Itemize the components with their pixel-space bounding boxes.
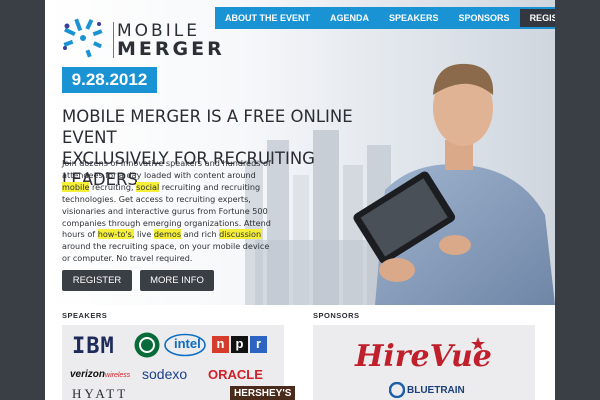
desc-part-4: live — [134, 229, 154, 240]
highlight-mobile: mobile — [62, 181, 90, 192]
nav-speakers[interactable]: SPEAKERS — [379, 7, 449, 29]
highlight-discussion: discussion — [219, 229, 262, 240]
main-nav: ABOUT THE EVENT AGENDA SPEAKERS SPONSORS… — [215, 7, 555, 29]
hero-section: MOBILE MERGER ABOUT THE EVENT AGENDA SPE… — [45, 0, 555, 305]
npr-logo[interactable]: n p r — [212, 336, 267, 353]
hyatt-logo[interactable]: HYATT — [72, 386, 128, 400]
nav-about-event[interactable]: ABOUT THE EVENT — [215, 7, 320, 29]
logo-wordmark: MOBILE MERGER — [117, 22, 225, 60]
hersheys-logo[interactable]: HERSHEY'S — [230, 386, 296, 400]
bluetrain-logo[interactable]: BLUETRAIN — [407, 385, 465, 396]
starbucks-logo-icon[interactable] — [134, 332, 160, 358]
logo-divider — [113, 22, 114, 58]
logo-burst-icon — [63, 18, 103, 58]
speakers-logo-panel: IBM intel n p r verizonwireless sodexo O… — [62, 325, 296, 400]
ibm-logo[interactable]: IBM — [72, 334, 115, 359]
mobile-merger-logo[interactable]: MOBILE MERGER — [57, 10, 222, 59]
page: MOBILE MERGER ABOUT THE EVENT AGENDA SPE… — [45, 0, 555, 400]
highlight-social: social — [136, 181, 160, 192]
event-date-badge: 9.28.2012 — [62, 67, 157, 93]
sponsors-heading: SPONSORS — [313, 311, 360, 320]
verizon-name: verizon — [70, 369, 106, 380]
desc-part-1: Join dozens of innovative speakers and h… — [62, 158, 271, 180]
npr-p: p — [231, 336, 248, 353]
highlight-how-tos: how-to's, — [97, 229, 135, 240]
headline-line-1: MOBILE MERGER IS A FREE ONLINE EVENT — [62, 107, 353, 147]
verizon-logo[interactable]: verizonwireless — [70, 369, 130, 380]
oracle-logo[interactable]: ORACLE — [208, 367, 263, 382]
nav-sponsors[interactable]: SPONSORS — [449, 7, 520, 29]
desc-part-5: and rich — [181, 229, 220, 240]
nav-register-button[interactable]: REGISTER — [519, 9, 555, 27]
speakers-heading: SPEAKERS — [62, 311, 108, 320]
npr-n: n — [212, 336, 229, 353]
verizon-sub: wireless — [105, 372, 131, 379]
sponsors-logo-panel: HireVue BLUETRAIN — [313, 325, 535, 400]
bluetrain-swirl-icon — [389, 382, 405, 398]
npr-r: r — [250, 336, 267, 353]
desc-part-2: recruiting, — [89, 181, 137, 192]
sodexo-logo[interactable]: sodexo — [142, 366, 187, 382]
hero-register-button[interactable]: REGISTER — [62, 270, 132, 291]
logo-line-2: MERGER — [117, 38, 225, 60]
highlight-demos: demos — [153, 229, 182, 240]
hero-description: Join dozens of innovative speakers and h… — [62, 158, 272, 265]
more-info-button[interactable]: MORE INFO — [140, 270, 214, 291]
desc-part-6: around the recruiting space, on your mob… — [62, 241, 270, 264]
hirevue-star-icon — [471, 337, 485, 350]
nav-agenda[interactable]: AGENDA — [320, 7, 379, 29]
intel-logo[interactable]: intel — [174, 336, 201, 351]
